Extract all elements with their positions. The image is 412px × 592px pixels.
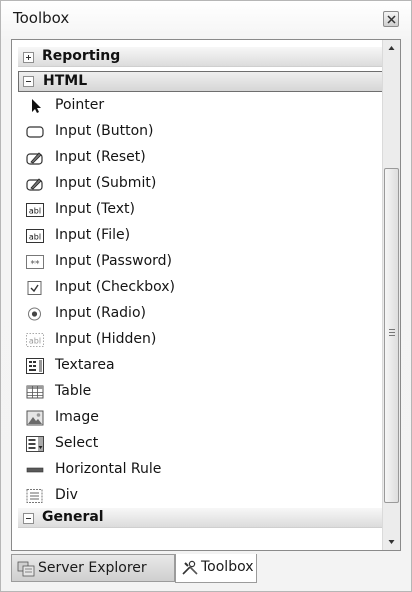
item-label: Pointer xyxy=(55,97,105,113)
list-item-select[interactable]: Select xyxy=(16,431,376,457)
window-title: Toolbox xyxy=(13,9,70,27)
checkbox-icon xyxy=(27,281,42,295)
toolbox-list: Reporting HTML Pointer Input (Button) In… xyxy=(12,40,382,550)
item-label: Table xyxy=(55,383,92,399)
horizontal-rule-icon xyxy=(26,467,44,473)
title-bar[interactable]: Toolbox xyxy=(1,1,411,39)
div-icon xyxy=(26,489,43,503)
close-icon xyxy=(387,15,396,24)
list-item-image[interactable]: Image xyxy=(16,405,376,431)
hidden-input-icon: abl xyxy=(26,333,44,347)
select-icon xyxy=(26,436,44,452)
list-item-input-submit[interactable]: Input (Submit) xyxy=(16,171,376,197)
list-item-pointer[interactable]: Pointer xyxy=(16,93,376,119)
password-icon: ** xyxy=(26,255,44,270)
category-label: HTML xyxy=(43,73,88,89)
item-label: Input (Checkbox) xyxy=(55,279,175,295)
list-item-horizontal-rule[interactable]: Horizontal Rule xyxy=(16,457,376,483)
category-html[interactable]: HTML xyxy=(18,71,382,92)
radio-icon xyxy=(28,307,41,321)
tab-server-explorer[interactable]: Server Explorer xyxy=(11,554,175,582)
list-item-table[interactable]: Table xyxy=(16,379,376,405)
collapse-icon[interactable] xyxy=(23,76,34,87)
textarea-icon xyxy=(26,358,44,374)
list-item-input-checkbox[interactable]: Input (Checkbox) xyxy=(16,275,376,301)
table-icon xyxy=(26,385,44,399)
reset-icon xyxy=(26,152,43,165)
scroll-up-arrow-icon[interactable] xyxy=(383,40,400,57)
tab-toolbox[interactable]: Toolbox xyxy=(175,554,257,583)
item-label: Select xyxy=(55,435,99,451)
hidden-input-icon-text: abl xyxy=(29,337,41,346)
toolbox-content: Reporting HTML Pointer Input (Button) In… xyxy=(11,39,401,551)
item-label: Input (Hidden) xyxy=(55,331,157,347)
scroll-down-arrow-icon[interactable] xyxy=(383,533,400,550)
list-item-input-password[interactable]: ** Input (Password) xyxy=(16,249,376,275)
list-item-input-text[interactable]: abl Input (Text) xyxy=(16,197,376,223)
list-item-input-hidden[interactable]: abl Input (Hidden) xyxy=(16,327,376,353)
item-label: Textarea xyxy=(55,357,115,373)
list-item-textarea[interactable]: Textarea xyxy=(16,353,376,379)
item-label: Horizontal Rule xyxy=(55,461,162,477)
item-label: Input (Text) xyxy=(55,201,135,217)
server-explorer-icon xyxy=(17,561,35,577)
image-icon xyxy=(26,410,44,426)
item-label: Input (File) xyxy=(55,227,131,243)
tab-label: Toolbox xyxy=(201,559,254,575)
item-label: Image xyxy=(55,409,99,425)
vertical-scrollbar[interactable] xyxy=(382,40,400,550)
category-reporting[interactable]: Reporting xyxy=(18,46,382,67)
bottom-tab-strip: Server Explorer Toolbox xyxy=(11,554,401,585)
item-label: Div xyxy=(55,487,78,503)
textbox-icon-text: abl xyxy=(29,207,41,216)
toolbox-tools-icon xyxy=(182,560,198,575)
list-item-input-file[interactable]: abl Input (File) xyxy=(16,223,376,249)
list-item-input-button[interactable]: Input (Button) xyxy=(16,119,376,145)
item-label: Input (Submit) xyxy=(55,175,157,191)
close-button[interactable] xyxy=(383,11,399,27)
textbox-icon: abl xyxy=(26,203,44,217)
pointer-icon xyxy=(32,99,41,113)
button-icon xyxy=(26,126,44,138)
category-general[interactable]: General xyxy=(18,507,382,528)
password-icon-text: ** xyxy=(31,260,41,270)
toolbox-window: Toolbox Reporting HTML Pointer Input (Bu… xyxy=(0,0,412,592)
category-label: Reporting xyxy=(42,48,121,64)
list-item-input-radio[interactable]: Input (Radio) xyxy=(16,301,376,327)
file-input-icon-text: abl xyxy=(29,233,41,242)
item-label: Input (Radio) xyxy=(55,305,146,321)
item-label: Input (Password) xyxy=(55,253,173,269)
submit-icon xyxy=(26,178,43,191)
item-label: Input (Reset) xyxy=(55,149,146,165)
scroll-thumb[interactable] xyxy=(384,168,399,503)
file-input-icon: abl xyxy=(26,229,44,243)
list-item-input-reset[interactable]: Input (Reset) xyxy=(16,145,376,171)
list-item-div[interactable]: Div xyxy=(16,483,376,509)
collapse-icon[interactable] xyxy=(23,513,34,524)
tab-label: Server Explorer xyxy=(38,560,147,576)
item-label: Input (Button) xyxy=(55,123,154,139)
category-label: General xyxy=(42,509,104,525)
expand-icon[interactable] xyxy=(23,52,34,63)
